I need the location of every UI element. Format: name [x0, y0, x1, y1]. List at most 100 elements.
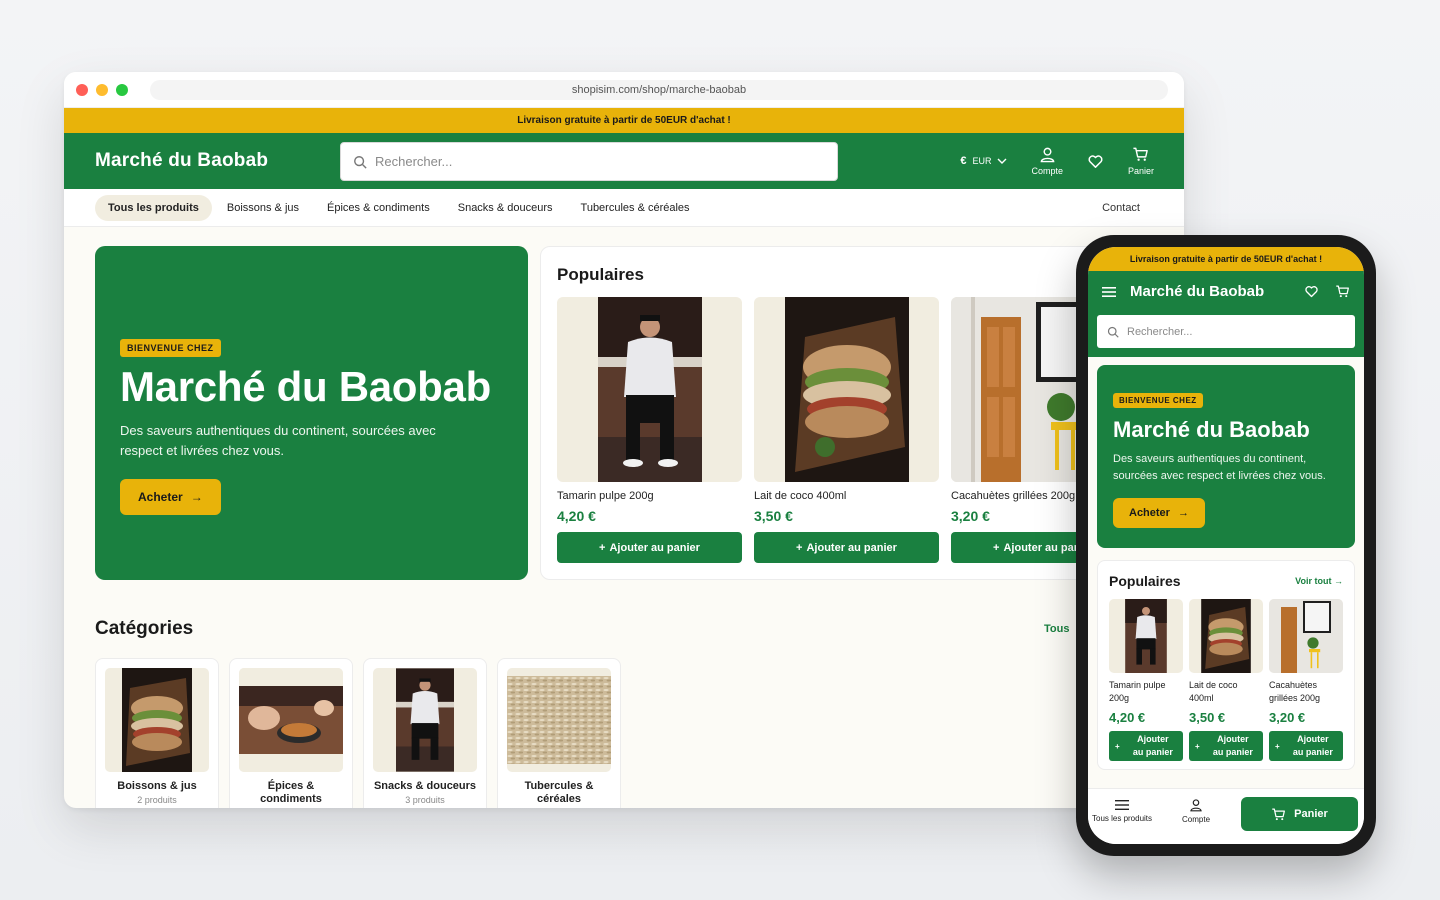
mobile-add-to-cart-button[interactable]: + Ajouter au panier [1189, 731, 1263, 761]
bottom-cart-button[interactable]: Panier [1241, 797, 1358, 831]
browser-chrome: shopisim.com/shop/marche-baobab [64, 72, 1184, 108]
store-logo[interactable]: Marché du Baobab [95, 150, 268, 172]
categories-all-link[interactable]: Tous [1044, 623, 1069, 635]
cart-button[interactable]: Panier [1128, 146, 1154, 176]
bottom-tab-all-products[interactable]: Tous les produits [1092, 799, 1152, 823]
hoodie-person-photo [1125, 599, 1167, 673]
nav-contact-link[interactable]: Contact [1102, 202, 1140, 214]
mobile-search-placeholder: Rechercher... [1127, 325, 1193, 338]
mobile-store-logo[interactable]: Marché du Baobab [1130, 283, 1264, 300]
category-count: 3 produits [405, 795, 445, 805]
plus-icon: + [1195, 741, 1200, 751]
add-to-cart-button[interactable]: + Ajouter au panier [557, 532, 742, 563]
popular-products-panel: Populaires Tamarin pulpe 200g 4,20 € + Aj… [540, 246, 1160, 580]
mobile-device-frame: Livraison gratuite à partir de 50EUR d'a… [1076, 235, 1376, 856]
shop-now-button[interactable]: Acheter → [120, 479, 221, 515]
currency-symbol: € [960, 155, 967, 167]
plus-icon: + [599, 541, 606, 554]
mobile-hero-title: Marché du Baobab [1113, 417, 1310, 442]
search-input[interactable]: Rechercher... [340, 142, 838, 181]
search-placeholder: Rechercher... [375, 154, 453, 169]
mobile-product-card[interactable]: Tamarin pulpe 200g 4,20 € + Ajouter au pa… [1109, 599, 1183, 761]
hoodie-person-photo [396, 668, 454, 772]
mobile-search-input[interactable]: Rechercher... [1097, 315, 1355, 348]
promo-banner: Livraison gratuite à partir de 50EUR d'a… [64, 108, 1184, 133]
category-card[interactable]: Épices & condiments [229, 658, 353, 808]
mobile-add-label: Ajouter au panier [1292, 734, 1333, 757]
mobile-product-card[interactable]: Lait de coco 400ml 3,50 € + Ajouter au pa… [1189, 599, 1263, 761]
mobile-product-name: Lait de coco 400ml [1189, 680, 1238, 703]
mobile-shop-now-label: Acheter [1129, 507, 1170, 519]
mobile-welcome-badge: BIENVENUE CHEZ [1113, 393, 1203, 408]
product-price: 4,20 € [557, 508, 596, 524]
nav-item-spices[interactable]: Épices & condiments [314, 195, 443, 221]
account-label: Compte [1031, 166, 1063, 176]
category-name: Épices & condiments [260, 780, 322, 805]
plus-icon: + [796, 541, 803, 554]
mobile-hero-subtitle: Des saveurs authentiques du continent, s… [1113, 453, 1326, 482]
category-name: Boissons & jus [117, 780, 197, 792]
category-card[interactable]: Snacks & douceurs 3 produits [363, 658, 487, 808]
category-name: Tubercules & céréales [524, 780, 594, 805]
menu-icon[interactable] [1102, 286, 1116, 298]
nav-item-tubers[interactable]: Tubercules & céréales [568, 195, 703, 221]
hero-title: Marché du Baobab [120, 363, 491, 410]
mobile-product-name: Tamarin pulpe 200g [1109, 680, 1166, 703]
mobile-product-card[interactable]: Cacahuètes grillées 200g 3,20 € + Ajoute… [1269, 599, 1343, 761]
mobile-product-image [1109, 599, 1183, 673]
product-image [754, 297, 939, 482]
chevron-down-icon [997, 158, 1007, 164]
mobile-shop-now-button[interactable]: Acheter → [1113, 498, 1205, 528]
see-all-link[interactable]: Voir tout → [1295, 576, 1343, 586]
close-window-button[interactable] [76, 83, 88, 96]
mobile-product-name: Cacahuètes grillées 200g [1269, 680, 1321, 703]
minimize-window-button[interactable] [96, 83, 108, 96]
nav-item-drinks[interactable]: Boissons & jus [214, 195, 312, 221]
sandwich-photo [1201, 599, 1251, 673]
shop-now-label: Acheter [138, 490, 183, 504]
currency-selector[interactable]: € EUR [960, 155, 1007, 167]
product-name: Lait de coco 400ml [754, 490, 847, 502]
bottom-tab-account[interactable]: Compte [1182, 798, 1210, 824]
add-to-cart-button[interactable]: + Ajouter au panier [754, 532, 939, 563]
currency-code: EUR [972, 156, 992, 166]
bottom-tab-account-label: Compte [1182, 815, 1211, 824]
maximize-window-button[interactable] [116, 83, 128, 96]
heart-icon[interactable] [1304, 284, 1319, 299]
bottom-cart-label: Panier [1294, 808, 1328, 820]
account-button[interactable]: Compte [1031, 146, 1063, 176]
cart-icon[interactable] [1335, 284, 1350, 299]
category-image [373, 668, 477, 772]
category-card[interactable]: Tubercules & céréales [497, 658, 621, 808]
address-bar[interactable]: shopisim.com/shop/marche-baobab [150, 80, 1168, 100]
mobile-hero-banner: BIENVENUE CHEZ Marché du Baobab Des save… [1097, 365, 1355, 548]
product-card[interactable]: Tamarin pulpe 200g 4,20 € + Ajouter au pa… [557, 297, 742, 563]
category-image [105, 668, 209, 772]
door-room-photo [1269, 599, 1343, 673]
mobile-product-image [1269, 599, 1343, 673]
grain-photo [507, 676, 611, 764]
mobile-add-to-cart-button[interactable]: + Ajouter au panier [1109, 731, 1183, 761]
nav-item-snacks[interactable]: Snacks & douceurs [445, 195, 566, 221]
heart-icon [1088, 154, 1103, 168]
mobile-search-wrap: Rechercher... [1088, 312, 1364, 357]
category-name: Snacks & douceurs [373, 780, 477, 792]
nav-item-all-products[interactable]: Tous les produits [95, 194, 212, 221]
mobile-promo-banner: Livraison gratuite à partir de 50EUR d'a… [1088, 247, 1364, 271]
category-card[interactable]: Boissons & jus 2 produits [95, 658, 219, 808]
wishlist-button[interactable] [1087, 153, 1104, 170]
product-card[interactable]: Lait de coco 400ml 3,50 € + Ajouter au pa… [754, 297, 939, 563]
plus-icon: + [993, 541, 1000, 554]
category-nav: Tous les produits Boissons & jus Épices … [64, 189, 1184, 227]
plus-icon: + [1115, 741, 1120, 751]
cart-icon [1272, 807, 1286, 820]
sandwich-photo [784, 297, 909, 482]
mobile-product-price: 3,20 € [1269, 710, 1306, 725]
search-icon [354, 155, 367, 169]
mobile-header: Marché du Baobab [1088, 271, 1364, 312]
mobile-add-to-cart-button[interactable]: + Ajouter au panier [1269, 731, 1343, 761]
category-image [507, 668, 611, 772]
search-icon [1107, 326, 1119, 338]
product-name: Tamarin pulpe 200g [557, 490, 654, 502]
menu-icon [1115, 800, 1130, 810]
